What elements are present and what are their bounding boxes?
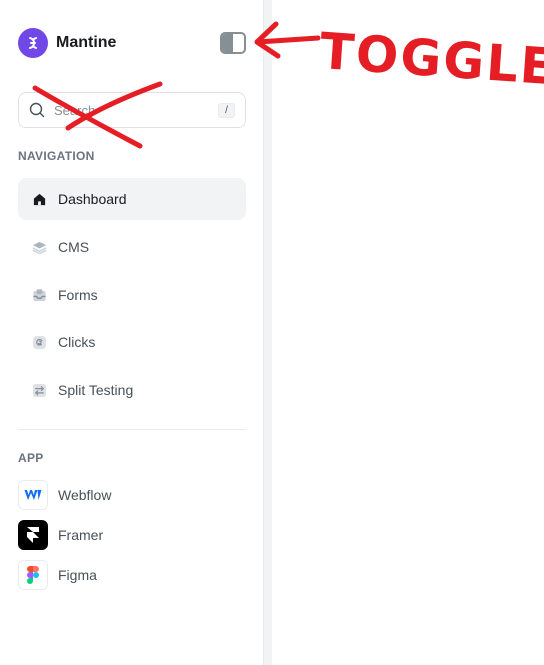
layers-icon [31, 239, 47, 255]
app-item-label: Figma [58, 567, 97, 583]
home-icon [31, 191, 47, 207]
app-item-webflow[interactable]: Webflow [18, 480, 246, 510]
nav-item-label: Dashboard [58, 191, 127, 207]
figma-logo-icon [18, 560, 48, 590]
sidebar: Mantine Search / NAVIGATION Dashboard CM… [0, 0, 264, 665]
nav-item-forms[interactable]: Forms [18, 274, 246, 316]
sidebar-header: Mantine [18, 28, 246, 58]
app-item-label: Framer [58, 527, 104, 543]
search-input[interactable]: Search / [18, 92, 246, 128]
app-item-figma[interactable]: Figma [18, 560, 246, 590]
framer-logo-icon [18, 520, 48, 550]
app-section-label: APP [18, 451, 44, 465]
annotation-toggle-label: TOGGLE [317, 22, 544, 97]
nav-item-dashboard[interactable]: Dashboard [18, 178, 246, 220]
search-shortcut-badge: / [218, 103, 235, 118]
sidebar-edge-strip [264, 0, 272, 665]
search-icon [29, 102, 45, 118]
toggle-fill [222, 34, 233, 52]
nav-item-label: CMS [58, 239, 90, 255]
app-item-label: Webflow [58, 487, 112, 503]
nav-item-split-testing[interactable]: Split Testing [18, 369, 246, 411]
nav-item-cms[interactable]: CMS [18, 226, 246, 268]
webflow-logo-icon [18, 480, 48, 510]
nav-item-clicks[interactable]: Clicks [18, 321, 246, 363]
page: Mantine Search / NAVIGATION Dashboard CM… [0, 0, 544, 665]
sidebar-toggle-button[interactable] [220, 32, 246, 54]
mantine-logo-icon [18, 28, 48, 58]
nav-item-label: Forms [58, 287, 98, 303]
nav-item-label: Split Testing [58, 382, 134, 398]
navigation-section-label: NAVIGATION [18, 149, 95, 163]
app-name: Mantine [56, 34, 117, 51]
arrows-swap-icon [31, 382, 47, 398]
search-placeholder: Search [54, 102, 96, 118]
inbox-icon [31, 287, 47, 303]
app-item-framer[interactable]: Framer [18, 520, 246, 550]
nav-item-label: Clicks [58, 334, 96, 350]
toggle-knob [233, 36, 242, 50]
swirl-icon [31, 334, 47, 350]
sidebar-divider [18, 429, 246, 430]
